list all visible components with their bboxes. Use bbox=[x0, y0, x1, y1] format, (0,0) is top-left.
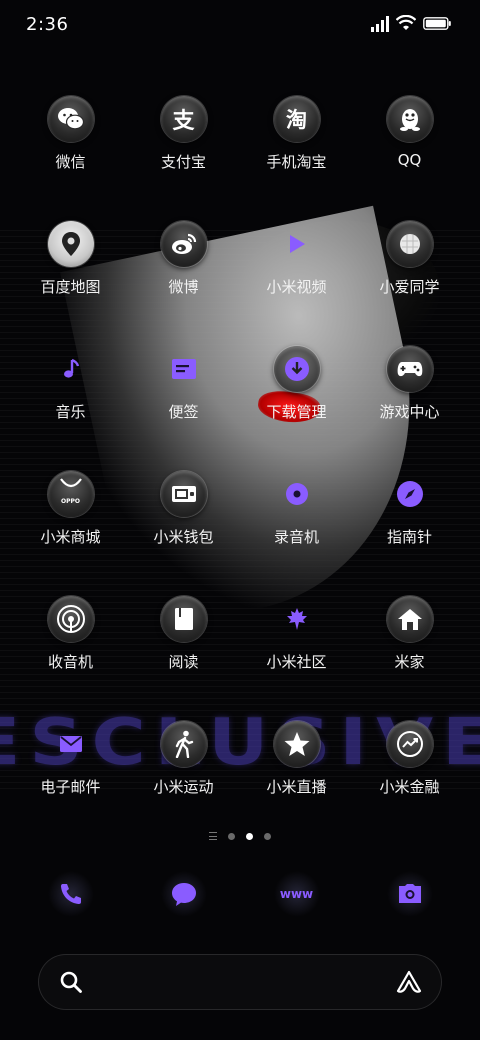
app-qq[interactable]: QQ bbox=[353, 96, 466, 184]
page-dot[interactable] bbox=[228, 832, 235, 840]
mail-icon bbox=[48, 721, 94, 767]
wallet-icon bbox=[160, 471, 207, 517]
message-icon bbox=[160, 871, 207, 917]
app-radio[interactable]: 收音机 bbox=[14, 596, 127, 684]
battery-icon bbox=[423, 17, 451, 30]
home-icon bbox=[386, 596, 433, 642]
play-icon bbox=[274, 221, 320, 267]
app-label: 下载管理 bbox=[266, 403, 327, 421]
wechat-icon bbox=[47, 96, 94, 142]
search-bar[interactable] bbox=[39, 955, 441, 1009]
taobao-icon: 淘 bbox=[273, 96, 320, 142]
app-game-center[interactable]: 游戏中心 bbox=[353, 346, 466, 434]
app-label: 阅读 bbox=[168, 653, 199, 671]
app-xiaoai[interactable]: 小爱同学 bbox=[353, 221, 466, 309]
app-label: 游戏中心 bbox=[379, 403, 440, 421]
music-note-icon bbox=[48, 346, 94, 392]
app-label: QQ bbox=[397, 151, 422, 169]
radio-icon bbox=[47, 596, 94, 642]
search-icon[interactable] bbox=[59, 970, 83, 994]
app-mi-video[interactable]: 小米视频 bbox=[240, 221, 353, 309]
drawer-lines-icon[interactable] bbox=[209, 832, 217, 840]
app-taobao[interactable]: 淘 手机淘宝 bbox=[240, 96, 353, 184]
app-label: 小米直播 bbox=[266, 778, 327, 796]
app-label: 小米社区 bbox=[266, 653, 327, 671]
app-label: 小米钱包 bbox=[153, 528, 214, 546]
app-label: 小米金融 bbox=[379, 778, 440, 796]
alipay-icon: 支 bbox=[160, 96, 207, 142]
app-download-manager[interactable]: 下载管理 bbox=[240, 346, 353, 434]
dock: www bbox=[14, 870, 466, 918]
download-icon bbox=[273, 346, 320, 392]
app-label: 小米运动 bbox=[153, 778, 214, 796]
finance-chart-icon bbox=[386, 721, 433, 767]
phone-icon bbox=[47, 871, 94, 917]
app-mi-store[interactable]: OPPO 小米商城 bbox=[14, 471, 127, 559]
app-label: 指南针 bbox=[386, 528, 432, 546]
app-label: 微信 bbox=[55, 153, 86, 171]
app-label: 便签 bbox=[168, 403, 199, 421]
assistant-icon[interactable] bbox=[395, 970, 423, 994]
app-reader[interactable]: 阅读 bbox=[127, 596, 240, 684]
app-label: 录音机 bbox=[273, 528, 319, 546]
signal-icon bbox=[371, 16, 389, 32]
app-label: 音乐 bbox=[55, 403, 86, 421]
dock-messages[interactable] bbox=[127, 870, 240, 918]
app-label: 米家 bbox=[394, 653, 425, 671]
app-mi-fit[interactable]: 小米运动 bbox=[127, 721, 240, 809]
app-email[interactable]: 电子邮件 bbox=[14, 721, 127, 809]
dock-phone[interactable] bbox=[14, 870, 127, 918]
app-mijia[interactable]: 米家 bbox=[353, 596, 466, 684]
status-time: 2:36 bbox=[26, 14, 69, 35]
app-mi-finance[interactable]: 小米金融 bbox=[353, 721, 466, 809]
app-weibo[interactable]: 微博 bbox=[127, 221, 240, 309]
app-mi-live[interactable]: 小米直播 bbox=[240, 721, 353, 809]
notes-icon bbox=[161, 346, 207, 392]
dock-browser[interactable]: www bbox=[240, 870, 353, 918]
gamepad-icon bbox=[386, 346, 433, 392]
app-label: 收音机 bbox=[47, 653, 93, 671]
qq-penguin-icon bbox=[386, 96, 433, 142]
app-baidu-map[interactable]: 百度地图 bbox=[14, 221, 127, 309]
app-grid: 微信 支 支付宝 淘 手机淘宝 QQ 百度地图 微博 小米视频 小爱同学 音乐 … bbox=[14, 96, 466, 809]
compass-icon bbox=[387, 471, 433, 517]
maple-leaf-icon bbox=[274, 596, 320, 642]
app-notes[interactable]: 便签 bbox=[127, 346, 240, 434]
oppo-store-icon: OPPO bbox=[47, 471, 94, 517]
status-bar: 2:36 bbox=[0, 0, 480, 50]
browser-icon: www bbox=[273, 871, 320, 917]
page-dot-active[interactable] bbox=[246, 832, 253, 840]
app-label: 电子邮件 bbox=[40, 778, 101, 796]
app-alipay[interactable]: 支 支付宝 bbox=[127, 96, 240, 184]
app-label: 小米商城 bbox=[40, 528, 101, 546]
star-icon bbox=[273, 721, 320, 767]
app-label: 微博 bbox=[168, 278, 199, 296]
app-label: 百度地图 bbox=[40, 278, 101, 296]
app-music[interactable]: 音乐 bbox=[14, 346, 127, 434]
app-label: 手机淘宝 bbox=[266, 153, 327, 171]
app-wechat[interactable]: 微信 bbox=[14, 96, 127, 184]
app-compass[interactable]: 指南针 bbox=[353, 471, 466, 559]
walking-icon bbox=[160, 721, 207, 767]
map-pin-icon bbox=[47, 221, 94, 267]
app-label: 小爱同学 bbox=[379, 278, 440, 296]
page-dot[interactable] bbox=[264, 832, 271, 840]
app-mi-community[interactable]: 小米社区 bbox=[240, 596, 353, 684]
weibo-icon bbox=[160, 221, 207, 267]
app-mi-wallet[interactable]: 小米钱包 bbox=[127, 471, 240, 559]
app-label: 小米视频 bbox=[266, 278, 327, 296]
app-recorder[interactable]: 录音机 bbox=[240, 471, 353, 559]
app-label: 支付宝 bbox=[160, 153, 206, 171]
camera-icon bbox=[386, 871, 433, 917]
book-icon bbox=[160, 596, 207, 642]
wifi-icon bbox=[396, 15, 416, 30]
dock-camera[interactable] bbox=[353, 870, 466, 918]
recorder-icon bbox=[274, 471, 320, 517]
page-indicator bbox=[0, 828, 480, 844]
xiaoai-icon bbox=[386, 221, 433, 267]
